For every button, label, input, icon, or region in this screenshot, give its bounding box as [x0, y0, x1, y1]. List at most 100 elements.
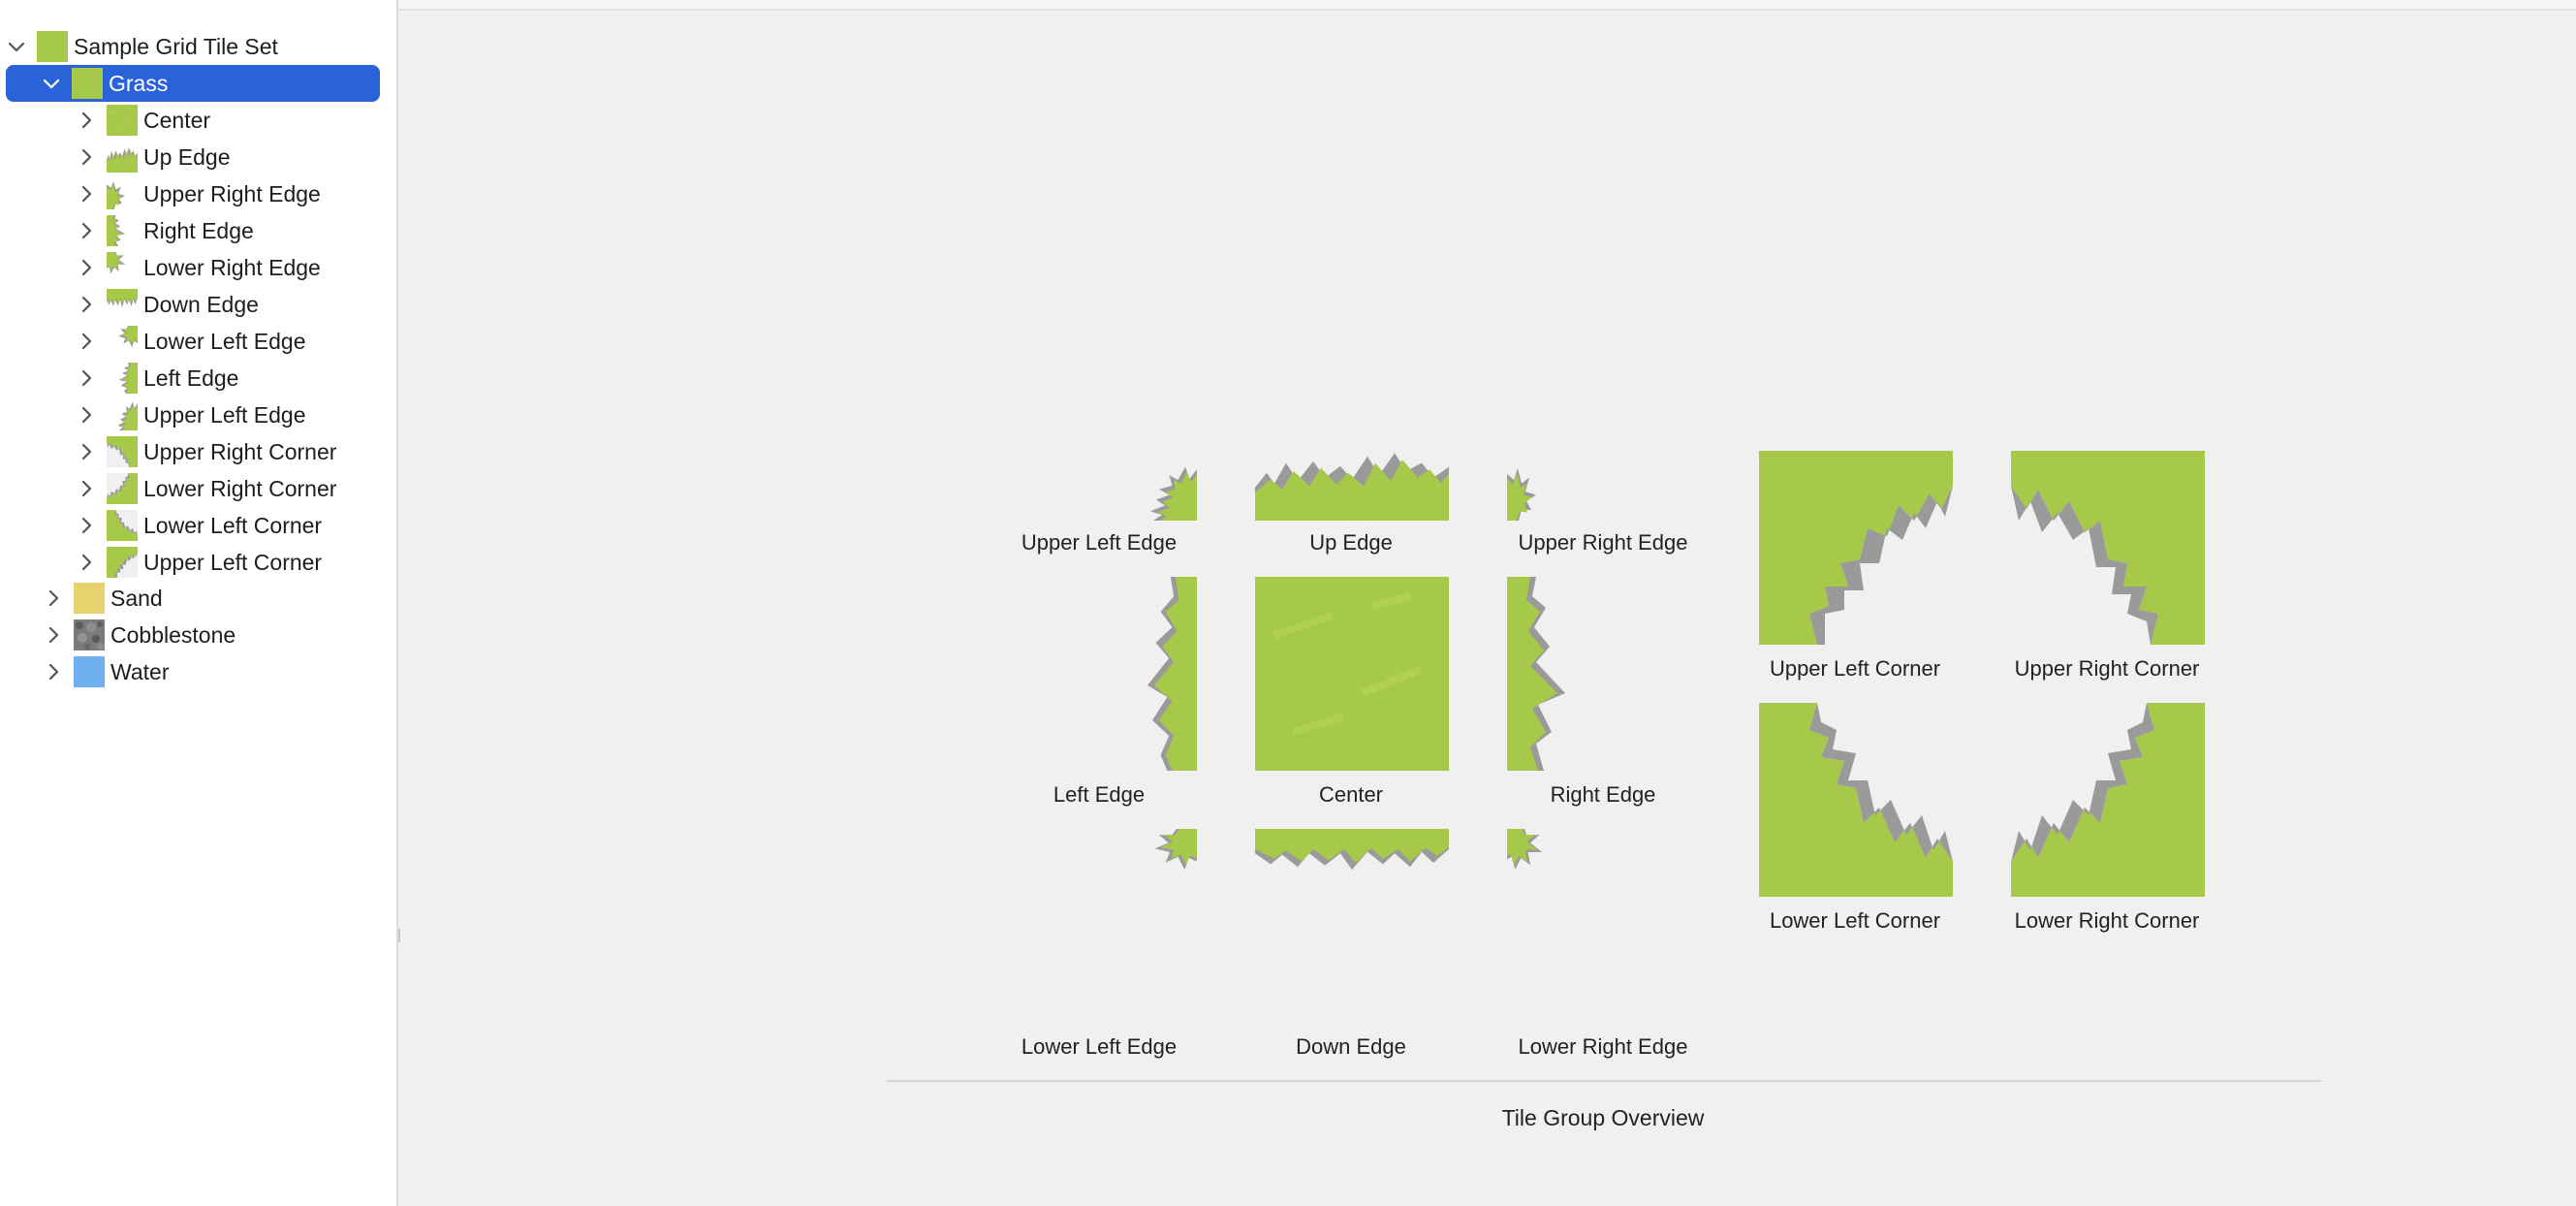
- overview-tile-label: Up Edge: [1309, 530, 1393, 555]
- tile-group-overview-caption: Tile Group Overview: [1501, 1105, 1705, 1130]
- overview-tile-lower-right-corner[interactable]: [2011, 703, 2205, 897]
- tree-item-label: Lower Right Edge: [143, 254, 321, 280]
- tree-item-down-edge[interactable]: Down Edge: [8, 286, 259, 323]
- cobblestone-swatch-icon: [74, 619, 105, 651]
- overview-tile-label: Down Edge: [1296, 1034, 1406, 1059]
- chevron-down-icon[interactable]: [8, 38, 25, 55]
- chevron-right-icon[interactable]: [45, 626, 62, 644]
- chevron-right-icon[interactable]: [78, 259, 95, 276]
- chevron-right-icon[interactable]: [78, 333, 95, 350]
- tree-item-lower-left-edge[interactable]: Lower Left Edge: [8, 323, 306, 360]
- tree-group-label: Sand: [110, 585, 163, 611]
- center-thumbnail-icon: [107, 105, 138, 136]
- upper-right-corner-thumbnail-icon: [107, 436, 138, 467]
- lower-left-edge-thumbnail-icon: [107, 326, 138, 357]
- overview-tile-center[interactable]: [1255, 577, 1449, 771]
- overview-tile-upper-left-corner[interactable]: [1759, 451, 1953, 645]
- overview-tile-label: Lower Left Corner: [1769, 908, 1941, 933]
- tree-item-upper-right-corner[interactable]: Upper Right Corner: [8, 433, 336, 470]
- overview-tile-label: Lower Right Corner: [2014, 908, 2200, 933]
- chevron-right-icon[interactable]: [78, 185, 95, 203]
- chevron-right-icon[interactable]: [78, 480, 95, 497]
- lower-left-corner-thumbnail-icon: [107, 510, 138, 541]
- tree-item-lower-right-edge[interactable]: Lower Right Edge: [8, 249, 321, 286]
- left-edge-thumbnail-icon: [107, 363, 138, 394]
- up-edge-thumbnail-icon: [107, 142, 138, 173]
- tree-root-label: Sample Grid Tile Set: [74, 33, 278, 59]
- tree-item-label: Down Edge: [143, 291, 259, 317]
- tree-item-left-edge[interactable]: Left Edge: [8, 360, 238, 397]
- overview-tile-label: Lower Right Edge: [1518, 1034, 1688, 1059]
- tree-group-cobblestone[interactable]: Cobblestone: [8, 617, 236, 653]
- overview-tile-label: Right Edge: [1550, 782, 1656, 807]
- tree-group-water[interactable]: Water: [8, 653, 170, 690]
- tile-group-overview-canvas: Upper Left Edge Up Edge Upper Right Edge…: [398, 11, 2576, 1206]
- overview-tile-label: Lower Left Edge: [1021, 1034, 1178, 1059]
- overview-tile-left-edge[interactable]: [1115, 577, 1197, 771]
- overview-tile-lower-right-edge[interactable]: [1507, 829, 1565, 887]
- overview-tile-down-edge[interactable]: [1255, 829, 1449, 897]
- tree-group-sand[interactable]: Sand: [8, 580, 163, 617]
- tree-item-upper-left-corner[interactable]: Upper Left Corner: [8, 544, 322, 581]
- tree-item-upper-right-edge[interactable]: Upper Right Edge: [8, 175, 321, 212]
- down-edge-thumbnail-icon: [107, 289, 138, 320]
- tree-item-label: Right Edge: [143, 217, 254, 243]
- overview-tile-label: Upper Left Edge: [1021, 530, 1178, 555]
- tree-group-label: Grass: [109, 70, 169, 96]
- tree-item-label: Upper Left Corner: [143, 549, 323, 575]
- overview-tile-upper-right-edge[interactable]: [1507, 462, 1555, 521]
- chevron-right-icon[interactable]: [78, 554, 95, 571]
- upper-left-edge-thumbnail-icon: [107, 399, 138, 430]
- lower-right-edge-thumbnail-icon: [107, 252, 138, 283]
- tree-group-label: Cobblestone: [110, 621, 236, 648]
- overview-tile-label: Center: [1318, 782, 1384, 807]
- right-edge-thumbnail-icon: [107, 215, 138, 246]
- lower-right-corner-thumbnail-icon: [107, 473, 138, 504]
- chevron-right-icon[interactable]: [78, 296, 95, 313]
- sand-swatch-icon: [74, 583, 105, 614]
- upper-right-edge-thumbnail-icon: [107, 178, 138, 209]
- overview-divider: [887, 1080, 2321, 1082]
- overview-tile-label: Upper Right Edge: [1518, 530, 1688, 555]
- tree-item-label: Upper Right Corner: [143, 438, 337, 464]
- tree-item-label: Up Edge: [143, 143, 231, 170]
- overview-tile-lower-left-edge[interactable]: [1129, 829, 1197, 887]
- tree-item-label: Lower Left Edge: [143, 328, 306, 354]
- overview-tile-lower-left-corner[interactable]: [1759, 703, 1953, 897]
- overview-tile-upper-left-edge[interactable]: [1124, 462, 1197, 521]
- chevron-right-icon[interactable]: [78, 369, 95, 387]
- tree-group-label: Water: [110, 658, 170, 684]
- chevron-right-icon[interactable]: [78, 111, 95, 129]
- chevron-right-icon[interactable]: [78, 148, 95, 166]
- tree-group-grass[interactable]: Grass: [6, 65, 380, 102]
- chevron-right-icon[interactable]: [78, 222, 95, 239]
- tree-item-center[interactable]: Center: [8, 102, 210, 139]
- tree-item-right-edge[interactable]: Right Edge: [8, 212, 254, 249]
- overview-tile-right-edge[interactable]: [1507, 577, 1604, 771]
- upper-left-corner-thumbnail-icon: [107, 547, 138, 578]
- tree-item-label: Left Edge: [143, 365, 239, 391]
- water-swatch-icon: [74, 656, 105, 687]
- chevron-right-icon[interactable]: [45, 663, 62, 681]
- chevron-down-icon[interactable]: [43, 75, 60, 92]
- toolbar-strip: [398, 0, 2576, 11]
- tree-root-sample-grid-tile-set[interactable]: Sample Grid Tile Set: [8, 28, 278, 65]
- grass-swatch-icon: [72, 68, 103, 99]
- tree-item-upper-left-edge[interactable]: Upper Left Edge: [8, 397, 306, 433]
- overview-tile-label: Upper Left Corner: [1769, 656, 1941, 681]
- tree-item-up-edge[interactable]: Up Edge: [8, 139, 231, 175]
- tree-item-label: Lower Right Corner: [143, 475, 337, 501]
- tree-item-lower-left-corner[interactable]: Lower Left Corner: [8, 507, 322, 544]
- tree-item-lower-right-corner[interactable]: Lower Right Corner: [8, 470, 336, 507]
- chevron-right-icon[interactable]: [78, 406, 95, 424]
- tile-set-swatch-icon: [37, 31, 68, 62]
- tree-item-label: Upper Right Edge: [143, 180, 321, 206]
- overview-tile-label: Upper Right Corner: [2014, 656, 2200, 681]
- overview-tile-up-edge[interactable]: [1255, 438, 1449, 521]
- tree-item-label: Center: [143, 107, 211, 133]
- overview-tile-upper-right-corner[interactable]: [2011, 451, 2205, 645]
- chevron-right-icon[interactable]: [78, 517, 95, 534]
- chevron-right-icon[interactable]: [45, 589, 62, 607]
- tile-set-sidebar: Sample Grid Tile Set Grass Center Up Edg…: [0, 0, 398, 1206]
- chevron-right-icon[interactable]: [78, 443, 95, 460]
